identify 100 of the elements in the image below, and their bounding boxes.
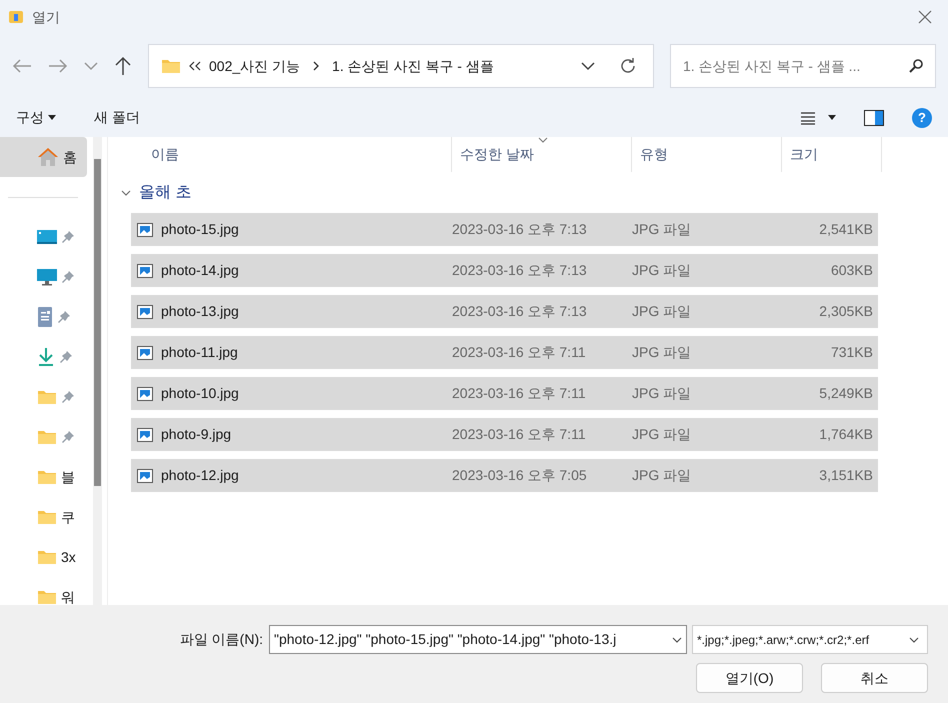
caret-icon xyxy=(48,115,56,120)
date-cell-text: 2023-03-16 오후 7:11 xyxy=(452,425,587,444)
type-cell-text: JPG 파일 xyxy=(632,425,692,444)
file-row[interactable]: photo-12.jpg 2023-03-16 오후 7:05 JPG 파일 3,151KB xyxy=(131,459,878,492)
type-cell-text: JPG 파일 xyxy=(632,220,692,239)
breadcrumb-item[interactable]: 002_사진 기능 xyxy=(209,56,300,76)
image-file-icon xyxy=(137,386,153,400)
date-cell-text: 2023-03-16 오후 7:13 xyxy=(452,220,588,239)
date-cell-text: 2023-03-16 오후 7:05 xyxy=(452,466,588,485)
sidebar-label[interactable]: 홈 xyxy=(63,146,77,168)
size-cell-text: 3,151KB xyxy=(818,466,873,485)
chevron-right-icon[interactable] xyxy=(312,60,320,72)
search-icon[interactable] xyxy=(908,58,924,74)
file-name: photo-9.jpg xyxy=(161,425,232,444)
date-cell-text: 2023-03-16 오후 7:13 xyxy=(452,261,588,280)
file-row[interactable]: photo-9.jpg 2023-03-16 오후 7:11 JPG 파일 1,764KB xyxy=(131,418,878,451)
folder-icon xyxy=(37,549,57,565)
filename-label: 파일 이름(N): xyxy=(180,630,263,649)
size-cell-text: 731KB xyxy=(830,343,873,362)
address-bar[interactable]: 002_사진 기능 1. 손상된 사진 복구 - 샘플 xyxy=(148,44,654,88)
file-name: photo-13.jpg xyxy=(161,302,239,321)
help-button[interactable]: ? xyxy=(912,108,932,128)
chevron-down-icon[interactable] xyxy=(121,190,131,196)
refresh-icon[interactable] xyxy=(619,57,637,75)
file-row[interactable]: photo-14.jpg 2023-03-16 오후 7:13 JPG 파일 603KB xyxy=(131,254,878,287)
sidebar-item[interactable]: 쿠 xyxy=(0,497,93,537)
size-cell-text: 603KB xyxy=(830,261,873,280)
up-arrow-icon[interactable] xyxy=(114,56,132,76)
folder-icon xyxy=(37,509,57,525)
date-cell-text: 2023-03-16 오후 7:13 xyxy=(452,302,588,321)
cancel-button[interactable]: 취소 xyxy=(821,663,928,693)
size-cell-text: 5,249KB xyxy=(818,384,873,403)
document-icon xyxy=(37,307,53,327)
download-icon xyxy=(37,347,55,367)
home-icon xyxy=(37,147,59,167)
file-name: photo-12.jpg xyxy=(161,466,239,485)
size-cell-text: 2,541KB xyxy=(818,220,873,239)
chevron-down-icon[interactable] xyxy=(672,636,682,642)
caret-icon[interactable] xyxy=(828,115,836,120)
file-row[interactable]: photo-11.jpg 2023-03-16 오후 7:11 JPG 파일 731KB xyxy=(131,336,878,369)
app-icon xyxy=(8,9,24,25)
column-header[interactable]: 유형 xyxy=(632,137,782,172)
folder-icon xyxy=(37,389,57,405)
new-folder-button[interactable]: 새 폴더 xyxy=(94,107,140,128)
column-header[interactable]: 크기 xyxy=(782,137,882,172)
sidebar-label[interactable]: 3x xyxy=(61,546,76,568)
column-header[interactable]: 수정한 날짜 xyxy=(452,137,632,172)
sidebar-label[interactable]: 블 xyxy=(61,466,75,488)
type-cell-text: JPG 파일 xyxy=(632,343,692,362)
file-row[interactable]: photo-13.jpg 2023-03-16 오후 7:13 JPG 파일 2,305KB xyxy=(131,295,878,328)
list-view-icon[interactable] xyxy=(800,110,816,124)
folder-icon xyxy=(161,58,181,74)
filename-field[interactable]: "photo-12.jpg" "photo-15.jpg" "photo-14.jpg" "photo-13.j xyxy=(269,625,687,654)
monitor-icon xyxy=(37,268,57,286)
forward-icon[interactable] xyxy=(48,58,68,74)
sidebar-item[interactable]: 블 xyxy=(0,457,93,497)
search-field[interactable]: 1. 손상된 사진 복구 - 샘플 ... xyxy=(670,44,936,88)
type-cell-text: JPG 파일 xyxy=(632,466,692,485)
file-name: photo-11.jpg xyxy=(161,343,238,362)
chevron-down-icon xyxy=(909,636,919,642)
sidebar-label[interactable]: 쿠 xyxy=(61,506,75,528)
file-name: photo-15.jpg xyxy=(161,220,239,239)
image-file-icon xyxy=(137,222,153,236)
breadcrumb-item[interactable]: 1. 손상된 사진 복구 - 샘플 xyxy=(332,56,494,76)
desktop-icon xyxy=(37,229,57,245)
image-file-icon xyxy=(137,346,153,360)
organize-menu-button[interactable]: 구성 xyxy=(16,107,56,128)
sidebar-item[interactable]: 워 xyxy=(0,577,93,617)
image-file-icon xyxy=(137,428,153,442)
scrollbar-thumb[interactable] xyxy=(94,159,101,486)
file-row[interactable]: photo-10.jpg 2023-03-16 오후 7:11 JPG 파일 5,249KB xyxy=(131,377,878,410)
chevron-down-icon[interactable] xyxy=(581,61,595,71)
file-row[interactable]: photo-15.jpg 2023-03-16 오후 7:13 JPG 파일 2,541KB xyxy=(131,213,878,246)
back-icon[interactable] xyxy=(12,58,32,74)
type-cell-text: JPG 파일 xyxy=(632,261,692,280)
open-button[interactable]: 열기(O) xyxy=(696,663,803,693)
type-cell-text: JPG 파일 xyxy=(632,384,692,403)
type-cell-text: JPG 파일 xyxy=(632,302,692,321)
sidebar-item[interactable]: 3x xyxy=(0,537,93,577)
size-cell-text: 2,305KB xyxy=(818,302,873,321)
date-cell-text: 2023-03-16 오후 7:11 xyxy=(452,343,587,362)
file-type-dropdown[interactable]: *.jpg;*.jpeg;*.arw;*.crw;*.cr2;*.erf xyxy=(692,625,928,654)
folder-icon xyxy=(37,589,57,605)
sidebar-item[interactable]: 홈 xyxy=(0,137,87,177)
group-header[interactable]: 올해 초 xyxy=(139,180,192,204)
image-file-icon xyxy=(137,264,153,278)
preview-pane-icon[interactable] xyxy=(864,110,884,126)
sort-indicator-icon xyxy=(538,137,548,143)
image-file-icon xyxy=(137,468,153,482)
double-chevron-icon[interactable] xyxy=(189,61,201,71)
image-file-icon xyxy=(137,304,153,318)
window-title: 열기 xyxy=(32,8,60,26)
folder-icon xyxy=(37,469,57,485)
file-name: photo-10.jpg xyxy=(161,384,239,403)
sidebar-label[interactable]: 워 xyxy=(61,586,75,608)
column-header[interactable]: 이름 xyxy=(131,137,452,172)
date-cell-text: 2023-03-16 오후 7:11 xyxy=(452,384,587,403)
close-icon[interactable] xyxy=(918,10,932,24)
folder-icon xyxy=(37,429,57,445)
file-name: photo-14.jpg xyxy=(161,261,239,280)
